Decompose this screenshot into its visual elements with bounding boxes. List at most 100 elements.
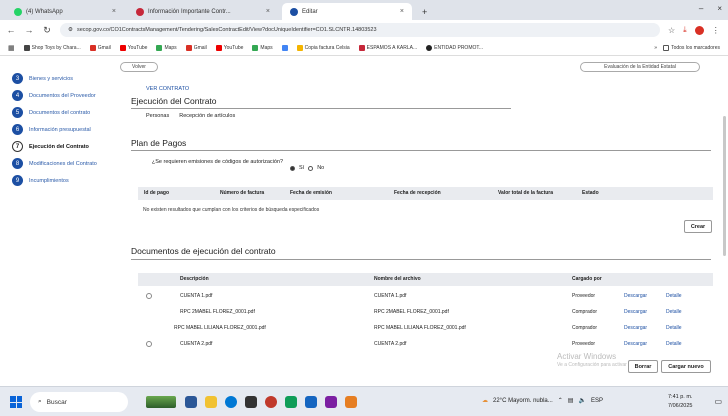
secop-icon bbox=[290, 7, 298, 16]
app-icon[interactable] bbox=[285, 396, 297, 408]
profile-avatar[interactable] bbox=[694, 25, 704, 35]
sidebar-step-incumplimientos[interactable]: 9 Incumplimientos bbox=[12, 172, 122, 189]
close-window-icon[interactable]: × bbox=[717, 4, 722, 13]
download-icon[interactable]: ⤓ bbox=[683, 25, 687, 35]
windows-start-icon[interactable] bbox=[10, 396, 22, 408]
detalle-link[interactable]: Detalle bbox=[666, 309, 682, 315]
address-bar: ← → ↻ ⚙ secop.gov.co/CO1ContractsManagem… bbox=[0, 20, 728, 40]
all-bookmarks[interactable]: Todos los marcadores bbox=[663, 44, 720, 51]
landscape-widget-icon[interactable] bbox=[146, 396, 176, 408]
site-info-icon[interactable]: ⚙ bbox=[68, 27, 73, 33]
radio-no[interactable] bbox=[308, 165, 314, 171]
descargar-link[interactable]: Descargar bbox=[624, 341, 647, 347]
row-checkbox[interactable] bbox=[146, 293, 152, 299]
detalle-link[interactable]: Detalle bbox=[666, 293, 682, 299]
table-row: RPC 2MABEL FLOREZ_0001.pdf RPC 2MABEL FL… bbox=[180, 309, 682, 315]
borrar-button[interactable]: Borrar bbox=[628, 360, 658, 373]
row-checkbox[interactable] bbox=[146, 341, 152, 347]
divider bbox=[131, 108, 511, 109]
close-tab-icon[interactable]: × bbox=[112, 8, 116, 15]
tab-whatsapp[interactable]: (4) WhatsApp × bbox=[6, 3, 124, 20]
bookmark-item[interactable]: Copia factura Celsia bbox=[296, 44, 350, 51]
edge-icon[interactable] bbox=[225, 396, 237, 408]
chrome-icon[interactable] bbox=[265, 396, 277, 408]
descargar-link[interactable]: Descargar bbox=[624, 293, 647, 299]
payments-table-header: Id de pago Número de factura Fecha de em… bbox=[138, 187, 713, 200]
crear-button[interactable]: Crear bbox=[684, 220, 712, 233]
bookmark-item[interactable]: Gmail bbox=[89, 44, 111, 51]
file-explorer-icon[interactable] bbox=[205, 396, 217, 408]
new-tab-button[interactable]: + bbox=[414, 3, 432, 20]
bookmark-icon bbox=[23, 44, 30, 51]
reload-icon[interactable]: ↻ bbox=[42, 25, 52, 36]
empty-results-message: No existen resultados que cumplan con lo… bbox=[143, 207, 320, 213]
secop-icon bbox=[136, 7, 144, 16]
volver-button[interactable]: Volver bbox=[120, 62, 158, 72]
bookmark-item[interactable] bbox=[281, 44, 288, 51]
window-controls: – × bbox=[699, 4, 722, 13]
task-view-icon[interactable] bbox=[185, 396, 197, 408]
app-icon[interactable] bbox=[305, 396, 317, 408]
cargar-nuevo-button[interactable]: Cargar nuevo bbox=[661, 360, 711, 373]
bookmark-icon bbox=[426, 44, 433, 51]
minimize-icon[interactable]: – bbox=[699, 4, 703, 13]
radio-si[interactable] bbox=[290, 165, 295, 171]
network-icon[interactable]: ▤ bbox=[568, 397, 574, 404]
tab-informacion[interactable]: Información Importante Contr... × bbox=[128, 3, 278, 20]
youtube-icon bbox=[215, 44, 222, 51]
back-icon[interactable]: ← bbox=[6, 25, 16, 35]
gmail-icon bbox=[89, 44, 96, 51]
taskbar-search[interactable]: ⌕ Buscar bbox=[30, 392, 128, 412]
sidebar-step-docs-contrato[interactable]: 5 Documentos del contrato bbox=[12, 104, 122, 121]
weather-icon[interactable]: ☁ bbox=[482, 397, 488, 404]
bookmark-item[interactable]: Maps bbox=[252, 44, 273, 51]
star-icon[interactable]: ☆ bbox=[668, 26, 675, 35]
detalle-link[interactable]: Detalle bbox=[666, 341, 682, 347]
browser-tab-bar: (4) WhatsApp × Información Importante Co… bbox=[0, 0, 728, 20]
chevron-up-icon[interactable]: ⌃ bbox=[558, 397, 563, 404]
sidebar-step-docs-proveedor[interactable]: 4 Documentos del Proveedor bbox=[12, 87, 122, 104]
folder-icon bbox=[663, 44, 670, 51]
notifications-icon[interactable]: ▭ bbox=[714, 397, 722, 406]
app-icon[interactable] bbox=[325, 396, 337, 408]
section-title: Ejecución del Contrato bbox=[131, 96, 217, 106]
bookmark-item[interactable]: ESPAMOS A KARLA... bbox=[358, 44, 417, 51]
maps-icon bbox=[156, 44, 163, 51]
apps-icon[interactable]: ▦ bbox=[8, 44, 15, 52]
forward-icon[interactable]: → bbox=[24, 25, 34, 35]
volume-icon[interactable]: 🔈 bbox=[578, 397, 585, 404]
bookmark-icon bbox=[358, 44, 365, 51]
url-field[interactable]: ⚙ secop.gov.co/CO1ContractsManagement/Te… bbox=[60, 23, 660, 37]
bookmark-item[interactable]: Shop Toys by Chara... bbox=[23, 44, 81, 51]
more-bookmarks-icon[interactable]: » bbox=[654, 45, 657, 51]
bookmarks-bar: ▦ Shop Toys by Chara... Gmail YouTube Ma… bbox=[0, 40, 728, 56]
descargar-link[interactable]: Descargar bbox=[624, 325, 647, 331]
descargar-link[interactable]: Descargar bbox=[624, 309, 647, 315]
sidebar-step-modificaciones[interactable]: 8 Modificaciones del Contrato bbox=[12, 155, 122, 172]
sidebar-step-presupuestal[interactable]: 6 Información presupuestal bbox=[12, 121, 122, 138]
close-tab-icon[interactable]: × bbox=[266, 8, 270, 15]
bookmark-item[interactable]: Maps bbox=[156, 44, 177, 51]
sidebar-step-ejecucion[interactable]: 7 Ejecución del Contrato bbox=[12, 138, 122, 155]
clock[interactable]: 7:41 p. m. 7/06/2025 bbox=[668, 393, 692, 411]
store-icon[interactable] bbox=[245, 396, 257, 408]
plan-de-pagos-title: Plan de Pagos bbox=[131, 138, 187, 148]
sidebar-step-bienes[interactable]: 3 Bienes y servicios bbox=[12, 70, 122, 87]
evaluacion-button[interactable]: Evaluación de la Entidad Estatal bbox=[580, 62, 700, 72]
table-row: CUENTA 2.pdf CUENTA 2.pdf Proveedor Desc… bbox=[138, 337, 713, 352]
authorization-question: ¿Se requieren emisiones de códigos de au… bbox=[151, 159, 284, 165]
bookmark-item[interactable]: YouTube bbox=[119, 44, 147, 51]
close-tab-icon[interactable]: × bbox=[400, 8, 404, 15]
bookmark-item[interactable]: Gmail bbox=[185, 44, 207, 51]
bookmark-item[interactable]: YouTube bbox=[215, 44, 243, 51]
app-icon[interactable] bbox=[345, 396, 357, 408]
bookmark-item[interactable]: ENTIDAD PROMOT... bbox=[426, 44, 483, 51]
menu-icon[interactable]: ⋮ bbox=[712, 26, 720, 35]
detalle-link[interactable]: Detalle bbox=[666, 325, 682, 331]
tab-recepcion[interactable]: Recepción de artículos bbox=[179, 113, 235, 119]
ver-contrato-link[interactable]: VER CONTRATO bbox=[146, 86, 189, 92]
tab-editar[interactable]: Editar × bbox=[282, 3, 412, 20]
tab-personas[interactable]: Personas bbox=[146, 113, 169, 119]
scrollbar[interactable] bbox=[723, 116, 726, 256]
youtube-icon bbox=[119, 44, 126, 51]
